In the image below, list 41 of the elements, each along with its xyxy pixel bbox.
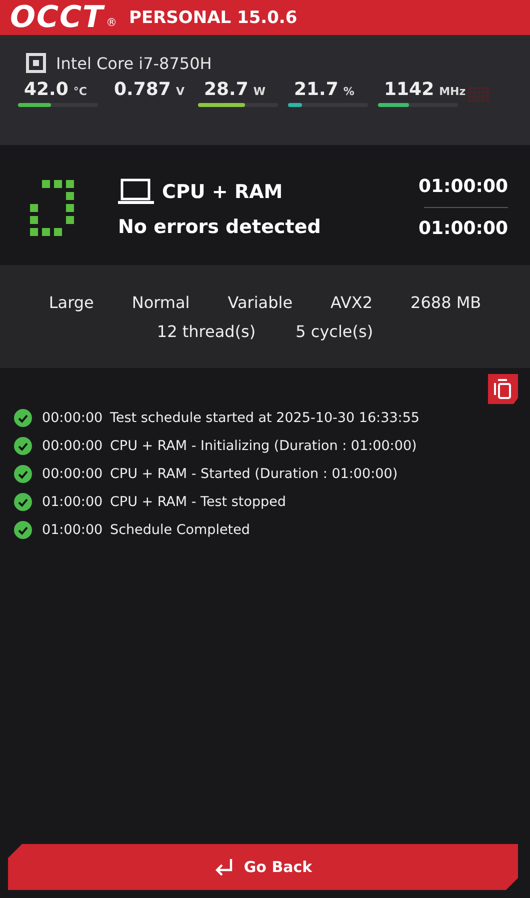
log-time: 00:00:00 xyxy=(42,438,100,454)
sensor-unit: % xyxy=(343,85,354,98)
setting-value: Large xyxy=(48,292,94,312)
log-time: 00:00:00 xyxy=(42,410,100,426)
sensor-unit: °C xyxy=(73,85,87,98)
logo: OCCT xyxy=(10,2,104,32)
setting-value: AVX2 xyxy=(330,292,373,312)
log-time: 01:00:00 xyxy=(42,494,100,510)
chip-icon xyxy=(26,53,46,73)
sensor-unit: V xyxy=(176,85,184,98)
sensor-value: 28.7 xyxy=(204,79,248,100)
log-time: 00:00:00 xyxy=(42,466,100,482)
sensor-unit: W xyxy=(253,85,266,98)
sensor-value: 42.0 xyxy=(24,79,68,100)
sensor-unit: MHz xyxy=(439,85,466,98)
setting-value: Variable xyxy=(228,292,293,312)
registered-mark: ® xyxy=(106,16,117,29)
processor-name: Intel Core i7-8750H xyxy=(56,54,212,72)
setting-value: 5 cycle(s) xyxy=(296,322,374,340)
log-message: Test schedule started at 2025-10-30 16:33:55 xyxy=(110,410,420,426)
test-name: CPU + RAM xyxy=(162,180,283,202)
sensor-value: 0.787 xyxy=(114,79,171,100)
duration-time: 01:00:00 xyxy=(418,218,508,239)
edition-label: PERSONAL 15.0.6 xyxy=(129,8,298,28)
copy-button[interactable] xyxy=(488,374,518,404)
setting-value: 2688 MB xyxy=(410,292,482,312)
test-status: No errors detected xyxy=(118,216,322,238)
log-message: CPU + RAM - Initializing (Duration : 01:00:00) xyxy=(110,438,417,454)
elapsed-time: 01:00:00 xyxy=(418,176,508,197)
log-message: CPU + RAM - Test stopped xyxy=(110,494,286,510)
go-back-button[interactable]: Go Back xyxy=(8,844,518,890)
log-message: CPU + RAM - Started (Duration : 01:00:00) xyxy=(110,466,398,482)
setting-value: Normal xyxy=(132,292,190,312)
log-time: 01:00:00 xyxy=(42,522,100,538)
sensor-value: 1142 xyxy=(384,79,434,100)
setting-value: 12 thread(s) xyxy=(156,322,256,340)
copy-icon xyxy=(494,379,512,399)
sensor-value: 21.7 xyxy=(294,79,338,100)
return-icon xyxy=(214,857,234,877)
laptop-icon xyxy=(118,178,154,206)
log-message: Schedule Completed xyxy=(110,522,250,538)
